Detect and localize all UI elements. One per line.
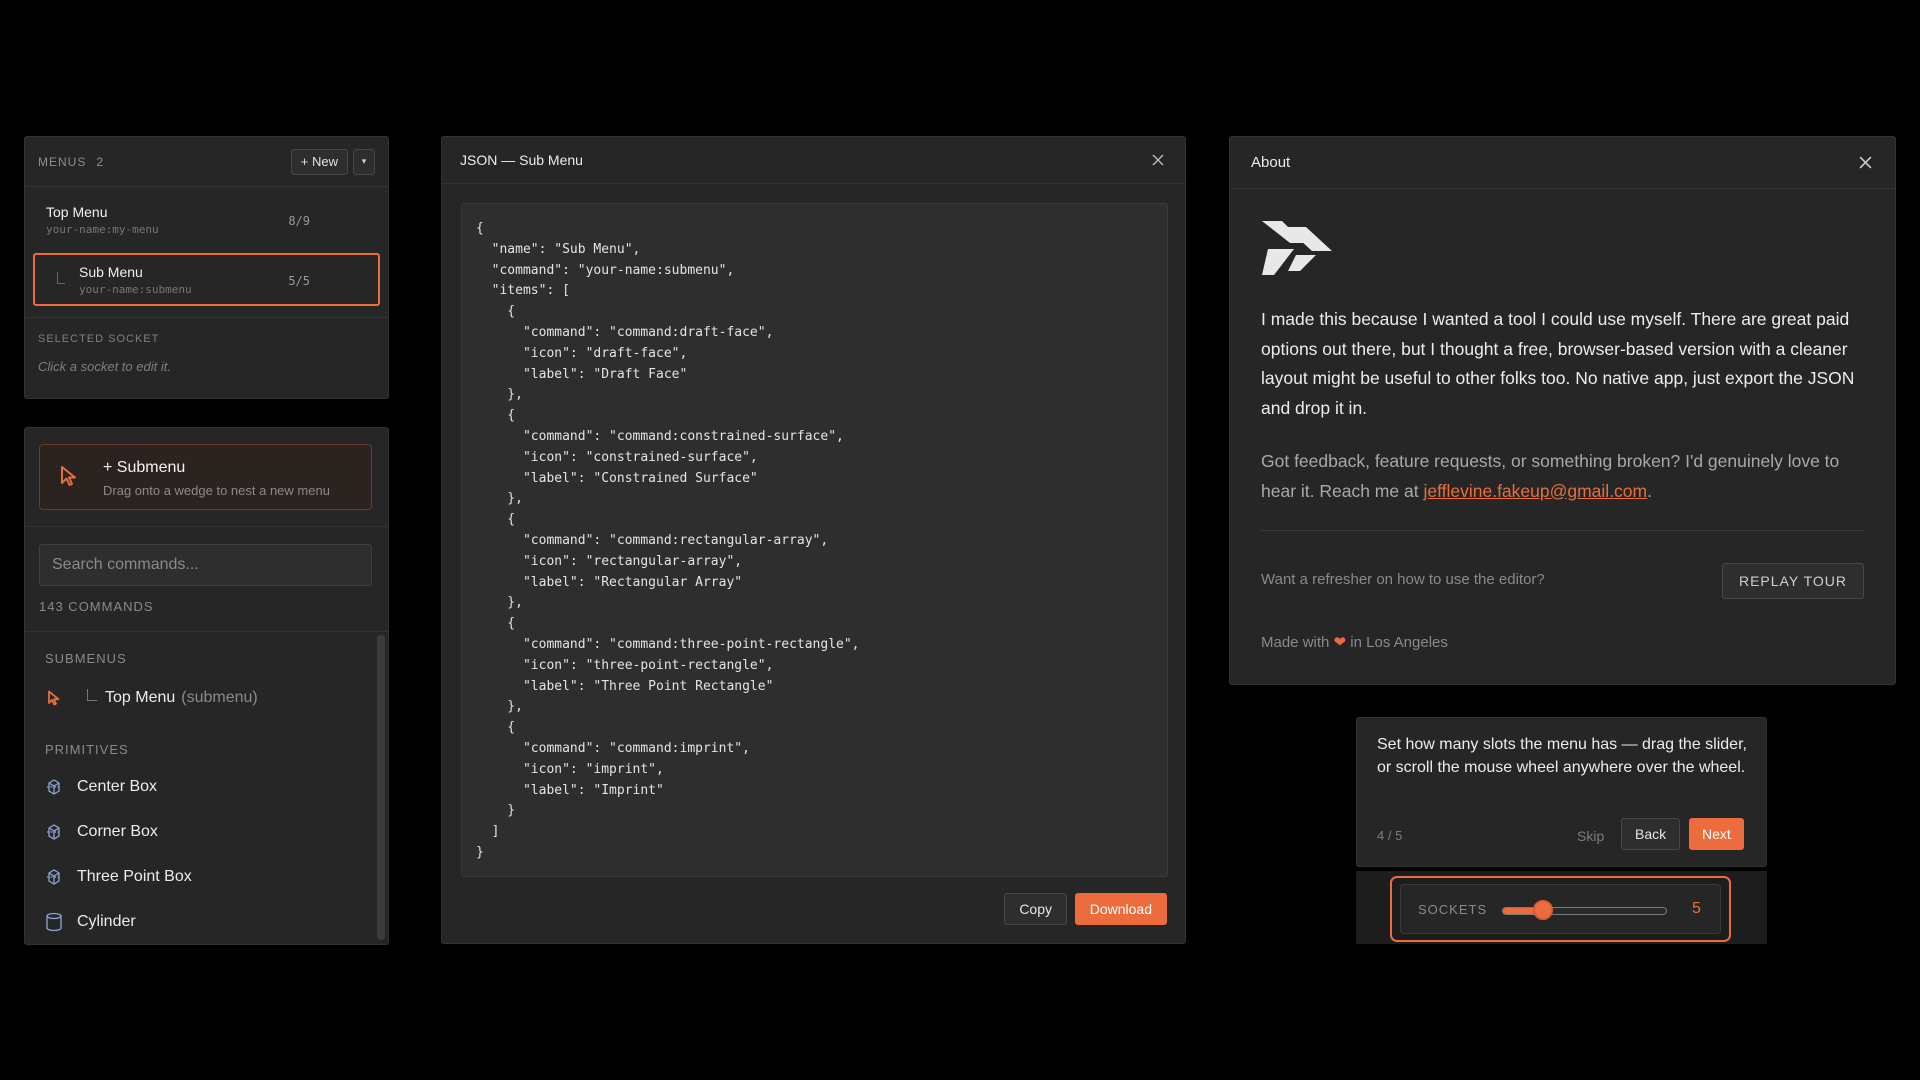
add-submenu-card[interactable]: + Submenu Drag onto a wedge to nest a ne…	[39, 444, 372, 510]
heart-icon: ❤	[1333, 634, 1347, 651]
nested-indicator-icon	[87, 689, 97, 701]
menus-panel: MENUS 2 + New ▾ Top Menu your-name:my-me…	[24, 136, 389, 399]
download-button[interactable]: Download	[1074, 893, 1167, 925]
refresher-text: Want a refresher on how to use the edito…	[1261, 571, 1545, 588]
made-with-prefix: Made with	[1261, 634, 1334, 651]
about-paragraph-1: I made this because I wanted a tool I co…	[1261, 309, 1855, 418]
command-item-center-box[interactable]: Center Box	[45, 774, 157, 800]
menu-item-slot-count: 5/5	[288, 274, 310, 288]
box-icon	[45, 823, 63, 841]
sockets-control: SOCKETS 5	[1400, 884, 1721, 934]
cursor-icon	[45, 689, 63, 707]
json-modal-header: JSON — Sub Menu	[442, 137, 1185, 184]
command-item-cylinder[interactable]: Cylinder	[45, 909, 136, 935]
command-item-corner-box[interactable]: Corner Box	[45, 819, 158, 845]
submenu-item-label: Top Menu	[105, 689, 176, 706]
submenu-item-top-menu[interactable]: Top Menu (submenu)	[45, 685, 258, 711]
json-modal-title: JSON — Sub Menu	[460, 152, 583, 168]
submenus-section-label: SUBMENUS	[45, 651, 127, 666]
menu-item-slot-count: 8/9	[288, 214, 310, 228]
tour-back-button[interactable]: Back	[1621, 818, 1681, 850]
command-item-three-point-box[interactable]: Three Point Box	[45, 864, 192, 890]
menu-item-command: your-name:my-menu	[46, 223, 159, 236]
made-with-text: Made with ❤ in Los Angeles	[1261, 633, 1448, 651]
add-submenu-title: + Submenu	[103, 459, 186, 476]
replay-tour-button[interactable]: REPLAY TOUR	[1721, 563, 1864, 599]
nested-indicator-icon	[57, 272, 65, 284]
menus-header: MENUS 2 + New ▾	[25, 137, 388, 187]
menu-item-command: your-name:submenu	[79, 283, 192, 296]
selected-socket-hint: Click a socket to edit it.	[38, 359, 171, 374]
about-paragraph-2-end: .	[1647, 480, 1652, 501]
menus-title: MENUS	[38, 154, 87, 169]
json-modal: JSON — Sub Menu { "name": "Sub Menu", "c…	[441, 136, 1186, 944]
copy-button[interactable]: Copy	[1004, 893, 1067, 925]
about-modal: About I made this because I wanted a too…	[1229, 136, 1896, 685]
email-link[interactable]: jefflevine.fakeup@gmail.com	[1423, 481, 1647, 501]
close-icon[interactable]	[1856, 154, 1874, 172]
commands-count: 143 COMMANDS	[39, 599, 154, 614]
divider	[1261, 530, 1864, 531]
json-code-block[interactable]: { "name": "Sub Menu", "command": "your-n…	[461, 203, 1168, 877]
tour-next-button[interactable]: Next	[1689, 818, 1744, 850]
about-paragraph-2: Got feedback, feature requests, or somet…	[1261, 447, 1871, 506]
about-modal-title: About	[1251, 154, 1291, 171]
menu-item-sub-menu[interactable]: Sub Menu your-name:submenu 5/5	[33, 253, 380, 306]
menu-item-name: Top Menu	[46, 204, 108, 220]
tour-text: Set how many slots the menu has — drag t…	[1377, 736, 1747, 776]
commands-panel: + Submenu Drag onto a wedge to nest a ne…	[24, 427, 389, 945]
sockets-label: SOCKETS	[1418, 902, 1488, 917]
close-icon[interactable]	[1149, 151, 1167, 169]
search-commands-input[interactable]	[39, 544, 372, 586]
tour-popover: Set how many slots the menu has — drag t…	[1356, 717, 1767, 867]
command-item-label: Corner Box	[77, 823, 158, 840]
divider	[25, 526, 388, 527]
cylinder-icon	[45, 912, 63, 932]
sockets-slider-track[interactable]	[1502, 907, 1667, 915]
new-menu-button[interactable]: + New	[290, 148, 348, 175]
app-logo-icon	[1260, 219, 1334, 282]
selected-socket-label: SELECTED SOCKET	[38, 333, 160, 345]
box-icon	[45, 778, 63, 796]
add-submenu-subtitle: Drag onto a wedge to nest a new menu	[103, 483, 330, 498]
made-with-suffix: in Los Angeles	[1346, 634, 1448, 651]
command-item-label: Center Box	[77, 778, 158, 795]
json-code-text: { "name": "Sub Menu", "command": "your-n…	[476, 221, 860, 860]
divider	[25, 317, 388, 318]
command-item-label: Cylinder	[77, 913, 136, 930]
tour-skip-button[interactable]: Skip	[1577, 828, 1604, 844]
submenu-item-suffix: (submenu)	[181, 689, 258, 706]
new-menu-dropdown-button[interactable]: ▾	[353, 148, 375, 175]
divider	[25, 631, 388, 632]
menus-count: 2	[96, 154, 104, 169]
cursor-icon	[60, 465, 78, 492]
sockets-slider-thumb[interactable]	[1533, 900, 1554, 920]
menu-item-top-menu[interactable]: Top Menu your-name:my-menu 8/9	[33, 193, 380, 246]
primitives-section-label: PRIMITIVES	[45, 742, 129, 757]
menu-item-name: Sub Menu	[79, 264, 143, 280]
tour-step-indicator: 4 / 5	[1377, 828, 1403, 843]
commands-scrollbar[interactable]	[377, 635, 385, 940]
sockets-value: 5	[1692, 900, 1701, 917]
about-modal-header: About	[1230, 137, 1895, 189]
box-icon	[45, 868, 63, 886]
command-item-label: Three Point Box	[77, 868, 192, 885]
